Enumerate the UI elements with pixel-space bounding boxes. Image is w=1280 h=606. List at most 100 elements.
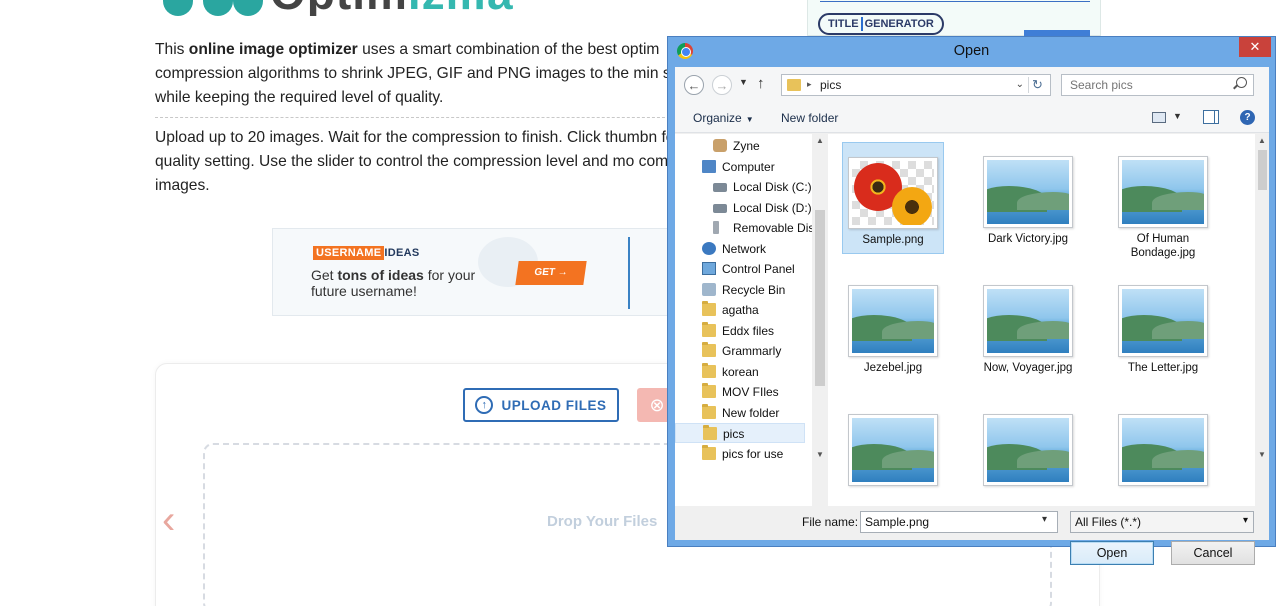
- file-thumbnail: [983, 414, 1073, 486]
- file-name-dropdown-icon[interactable]: ▾: [1042, 514, 1047, 525]
- file-name-label: File name:: [802, 515, 859, 529]
- nav-item-label: Computer: [722, 159, 775, 174]
- refresh-icon[interactable]: ↻: [1028, 77, 1046, 93]
- nav-item-label: New folder: [722, 405, 780, 420]
- file-item[interactable]: Jezebel.jpg: [842, 271, 944, 395]
- title-generator-ad[interactable]: TITLE GENERATOR: [807, 0, 1101, 38]
- address-row: ← → ▼ ↑ ▸ pics ⌄ ↻: [675, 67, 1269, 103]
- scroll-thumb[interactable]: [1258, 150, 1267, 190]
- open-button[interactable]: Open: [1070, 541, 1154, 565]
- intro-text: This: [155, 41, 189, 58]
- nav-item-label: Local Disk (C:): [733, 180, 812, 194]
- file-thumbnail: [983, 285, 1073, 357]
- nav-item[interactable]: pics for use: [675, 444, 805, 464]
- nav-item[interactable]: Control Panel: [675, 259, 805, 279]
- address-bar[interactable]: ▸ pics ⌄ ↻: [781, 74, 1051, 96]
- nav-item[interactable]: Grammarly: [675, 341, 805, 361]
- disk-icon: [713, 183, 727, 192]
- file-item[interactable]: Now, Voyager.jpg: [977, 271, 1079, 395]
- cancel-button[interactable]: Cancel: [1171, 541, 1255, 565]
- nav-item-label: Removable Dis: [733, 221, 812, 235]
- file-thumbnail: [1118, 414, 1208, 486]
- folder-icon: [702, 321, 716, 337]
- dialog-close-button[interactable]: ✕: [1239, 37, 1271, 57]
- nav-item[interactable]: New folder: [675, 403, 805, 423]
- landscape-image: [852, 418, 934, 482]
- scroll-up-arrow-icon[interactable]: ▲: [1258, 136, 1266, 145]
- file-thumbnail: [1118, 156, 1208, 228]
- nav-item[interactable]: Network: [675, 239, 805, 259]
- disk-icon: [713, 203, 727, 213]
- title-word: TITLE: [828, 18, 859, 30]
- control-panel-icon: [702, 262, 716, 275]
- logo-text-accent: izilla: [408, 0, 514, 16]
- search-input[interactable]: [1061, 74, 1254, 96]
- logo-text-dark: Optim: [270, 0, 408, 16]
- file-name: Sample.png: [862, 234, 924, 246]
- change-view-icon[interactable]: [1152, 112, 1166, 123]
- file-item[interactable]: Sample.png: [842, 142, 944, 254]
- file-thumbnail: [848, 157, 938, 229]
- file-item[interactable]: The Letter.jpg: [1112, 271, 1214, 395]
- navigation-scrollbar[interactable]: ▲ ▼: [813, 134, 827, 506]
- nav-item-label: pics: [723, 427, 745, 441]
- back-arrow-icon[interactable]: ←: [684, 75, 704, 95]
- nav-item-label: MOV FIles: [722, 385, 779, 399]
- carousel-prev-arrow-icon[interactable]: ‹: [162, 500, 188, 540]
- nav-item[interactable]: Computer: [675, 157, 805, 177]
- file-item[interactable]: [977, 400, 1079, 506]
- folder-icon: [702, 362, 716, 378]
- file-list-scrollbar[interactable]: ▲ ▼: [1256, 134, 1269, 506]
- file-thumbnail: [1118, 285, 1208, 357]
- help-icon[interactable]: ?: [1240, 110, 1255, 125]
- nav-item[interactable]: Eddx files: [675, 321, 805, 341]
- ad-brand-text: IDEAS: [384, 247, 420, 259]
- landscape-image: [987, 289, 1069, 353]
- nav-item[interactable]: agatha: [675, 300, 805, 320]
- upload-files-button[interactable]: ↑ UPLOAD FILES: [463, 388, 619, 422]
- nav-item-label: Zyne: [733, 139, 760, 153]
- address-dropdown-icon[interactable]: ⌄: [1016, 79, 1024, 90]
- file-type-select[interactable]: All Files (*.*) ▾: [1070, 511, 1254, 533]
- scroll-up-arrow-icon[interactable]: ▲: [816, 136, 824, 145]
- dialog-titlebar[interactable]: Open ✕: [668, 37, 1275, 67]
- search-icon: [1236, 77, 1247, 88]
- file-item[interactable]: Of Human Bondage.jpg: [1112, 142, 1214, 266]
- new-folder-button[interactable]: New folder: [781, 111, 838, 125]
- site-logo[interactable]: Optimizilla: [155, 0, 565, 16]
- folder-icon: [702, 383, 716, 398]
- nav-item[interactable]: korean: [675, 362, 805, 382]
- file-item[interactable]: [842, 400, 944, 506]
- nav-item[interactable]: Local Disk (D:): [675, 198, 812, 218]
- landscape-image: [987, 160, 1069, 224]
- file-name-input[interactable]: [860, 511, 1058, 533]
- ad-get-button[interactable]: GET →: [515, 261, 587, 285]
- nav-item-label: Recycle Bin: [722, 282, 786, 297]
- nav-item[interactable]: pics: [675, 423, 805, 443]
- preview-pane-icon[interactable]: [1203, 110, 1219, 124]
- nav-item[interactable]: MOV FIles: [675, 382, 805, 402]
- ad-brand-box: USERNAME: [313, 246, 385, 260]
- folder-icon: [702, 301, 716, 316]
- file-item[interactable]: [1112, 400, 1214, 506]
- scroll-thumb[interactable]: [815, 210, 825, 386]
- up-folder-arrow-icon[interactable]: ↑: [757, 75, 765, 92]
- nav-item-label: Network: [722, 241, 767, 256]
- username-ideas-ad[interactable]: USERNAME IDEAS Get tons of ideas for your…: [272, 228, 692, 316]
- organize-menu[interactable]: Organize ▼: [693, 111, 754, 125]
- recent-locations-dropdown-icon[interactable]: ▼: [739, 77, 748, 87]
- nav-item[interactable]: Zyne: [675, 136, 805, 156]
- nav-item[interactable]: Removable Dis: [675, 218, 812, 238]
- nav-item[interactable]: Local Disk (C:): [675, 177, 812, 197]
- scroll-down-arrow-icon[interactable]: ▼: [1258, 450, 1266, 459]
- forward-arrow-icon[interactable]: →: [712, 75, 732, 95]
- file-thumbnail: [983, 156, 1073, 228]
- nav-item[interactable]: Recycle Bin: [675, 280, 805, 300]
- file-thumbnail: [848, 414, 938, 486]
- scroll-down-arrow-icon[interactable]: ▼: [816, 450, 824, 459]
- ad-rule: [820, 1, 1090, 2]
- screen: Optimizilla This online image optimizer …: [0, 0, 1280, 606]
- view-options-dropdown-icon[interactable]: ▼: [1173, 111, 1182, 121]
- nav-item-label: Control Panel: [722, 262, 795, 276]
- file-item[interactable]: Dark Victory.jpg: [977, 142, 1079, 266]
